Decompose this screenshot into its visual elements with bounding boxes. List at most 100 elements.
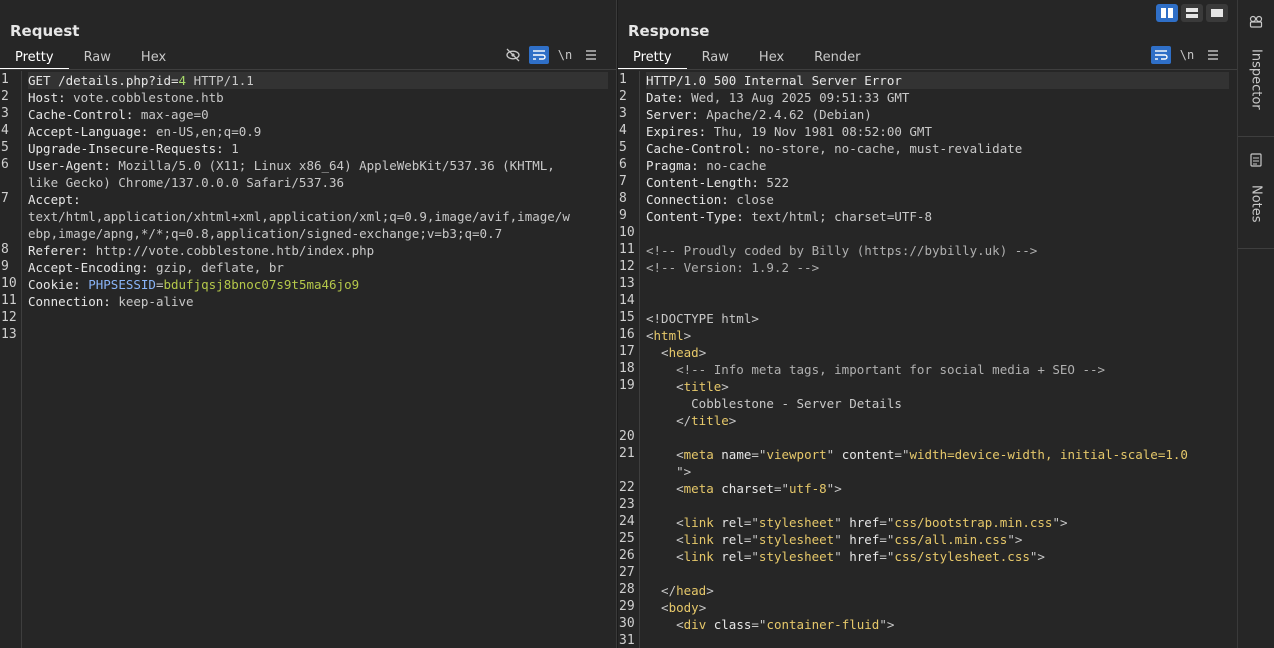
code-token: ="	[751, 447, 767, 462]
request-line: Upgrade-Insecure-Requests: 1	[28, 140, 608, 157]
request-tabs: Pretty Raw Hex	[0, 46, 181, 70]
request-line: ebp,image/apng,*/*;q=0.8,application/sig…	[28, 225, 608, 242]
code-token: link	[683, 532, 722, 547]
menu-icon[interactable]	[1203, 46, 1223, 64]
code-token: rel	[721, 532, 744, 547]
code-token: >	[698, 600, 707, 615]
response-line: Cobblestone - Server Details	[646, 395, 1229, 412]
line-number: 26	[619, 548, 635, 563]
response-line: <title>	[646, 378, 1229, 395]
code-token: meta	[683, 481, 722, 496]
request-tab-raw[interactable]: Raw	[69, 46, 126, 70]
code-token: text/html; charset=UTF-8	[751, 209, 932, 224]
line-number: 5	[1, 140, 9, 155]
line-number: 14	[619, 293, 635, 308]
code-token: en-US,en;q=0.9	[155, 124, 262, 139]
line-number: 13	[1, 327, 17, 342]
code-token: Host:	[28, 90, 74, 105]
line-number: 23	[619, 497, 635, 512]
code-token: >	[698, 345, 707, 360]
code-token: Connection:	[646, 192, 737, 207]
right-sidebar: Inspector Notes	[1238, 0, 1274, 648]
code-token: </	[646, 583, 677, 598]
code-token: keep-alive	[118, 294, 194, 309]
line-number: 24	[619, 514, 635, 529]
sidebar-item-inspector[interactable]: Inspector	[1238, 14, 1274, 110]
newline-toggle[interactable]: \n	[555, 46, 575, 64]
response-line: <link rel="stylesheet" href="css/bootstr…	[646, 514, 1229, 531]
sidebar-item-notes[interactable]: Notes	[1238, 152, 1274, 223]
response-line: <link rel="stylesheet" href="css/all.min…	[646, 531, 1229, 548]
response-line: Content-Type: text/html; charset=UTF-8	[646, 208, 1229, 225]
code-token: <!-- Info meta tags, important for socia…	[646, 362, 1106, 377]
wrap-icon[interactable]	[1151, 46, 1171, 64]
line-number: 8	[619, 191, 627, 206]
line-number: 21	[619, 446, 635, 461]
response-tab-render[interactable]: Render	[799, 46, 875, 70]
request-line: Referer: http://vote.cobblestone.htb/ind…	[28, 242, 608, 259]
code-token: PHPSESSID	[88, 277, 156, 292]
response-line: Server: Apache/2.4.62 (Debian)	[646, 106, 1229, 123]
request-tab-hex[interactable]: Hex	[126, 46, 181, 70]
code-token: ebp,image/apng,*/*;q=0.8,application/sig…	[28, 226, 503, 241]
line-number: 17	[619, 344, 635, 359]
response-tab-raw[interactable]: Raw	[687, 46, 744, 70]
request-editor[interactable]: 1 GET /details.php?id=4 HTTP/1.1 2 Host: vo…	[0, 71, 616, 648]
code-token: bdufjqsj8bnoc07s9t5ma46jo9	[163, 277, 360, 292]
line-number: 22	[619, 480, 635, 495]
code-token: meta	[683, 447, 722, 462]
line-number: 5	[619, 140, 627, 155]
request-tab-pretty[interactable]: Pretty	[0, 46, 69, 70]
code-token: ">	[1029, 549, 1045, 564]
request-line: Accept-Encoding: gzip, deflate, br	[28, 259, 608, 276]
code-token: stylesheet	[758, 532, 835, 547]
split-horizontal-icon[interactable]	[1156, 4, 1178, 22]
code-token: close	[736, 192, 774, 207]
code-token: Server:	[646, 107, 707, 122]
code-token: text/html,application/xhtml+xml,applicat…	[28, 209, 570, 224]
line-number: 1	[619, 72, 627, 87]
code-token: charset	[721, 481, 774, 496]
code-token: Accept:	[28, 192, 81, 207]
line-number: 31	[619, 633, 635, 648]
code-token: >	[721, 379, 729, 394]
response-line: <body>	[646, 599, 1229, 616]
wrap-icon[interactable]	[529, 46, 549, 64]
code-token: gzip, deflate, br	[155, 260, 284, 275]
code-token: ">	[1007, 532, 1023, 547]
code-token: css/stylesheet.css	[894, 549, 1030, 564]
code-token: <!-- Version: 1.9.2 -->	[646, 260, 820, 275]
code-token: Referer:	[28, 243, 96, 258]
line-number: 7	[1, 191, 9, 206]
code-token: <	[646, 515, 684, 530]
eye-off-icon[interactable]	[503, 46, 523, 64]
newline-toggle[interactable]: \n	[1177, 46, 1197, 64]
code-token: rel	[721, 515, 744, 530]
line-number: 9	[619, 208, 627, 223]
response-line: <link rel="stylesheet" href="css/stylesh…	[646, 548, 1229, 565]
line-number: 10	[619, 225, 635, 240]
code-token: Connection:	[28, 294, 119, 309]
split-vertical-icon[interactable]	[1181, 4, 1203, 22]
code-token: 4	[178, 73, 187, 88]
menu-icon[interactable]	[581, 46, 601, 64]
response-line: Pragma: no-cache	[646, 157, 1229, 174]
response-line: Date: Wed, 13 Aug 2025 09:51:33 GMT	[646, 89, 1229, 106]
request-pane: Request Pretty Raw Hex \n 1 GET /details.…	[0, 0, 616, 648]
response-tab-hex[interactable]: Hex	[744, 46, 799, 70]
code-token: href	[849, 532, 880, 547]
line-number: 25	[619, 531, 635, 546]
response-editor[interactable]: 1 HTTP/1.0 500 Internal Server Error 2 Date…	[618, 71, 1237, 648]
line-number: 6	[619, 157, 627, 172]
response-pane: Response Pretty Raw Hex Render \n 1 HTTP/…	[618, 0, 1237, 648]
response-line: <html>	[646, 327, 1229, 344]
request-line: Connection: keep-alive	[28, 293, 608, 310]
single-pane-icon[interactable]	[1206, 4, 1228, 22]
code-token: ="	[879, 515, 895, 530]
code-token: viewport	[766, 447, 827, 462]
code-token: link	[683, 515, 722, 530]
response-line: Cache-Control: no-store, no-cache, must-…	[646, 140, 1229, 157]
code-token: link	[683, 549, 722, 564]
response-tab-pretty[interactable]: Pretty	[618, 46, 687, 70]
code-token: like Gecko) Chrome/137.0.0.0 Safari/537.…	[28, 175, 345, 190]
